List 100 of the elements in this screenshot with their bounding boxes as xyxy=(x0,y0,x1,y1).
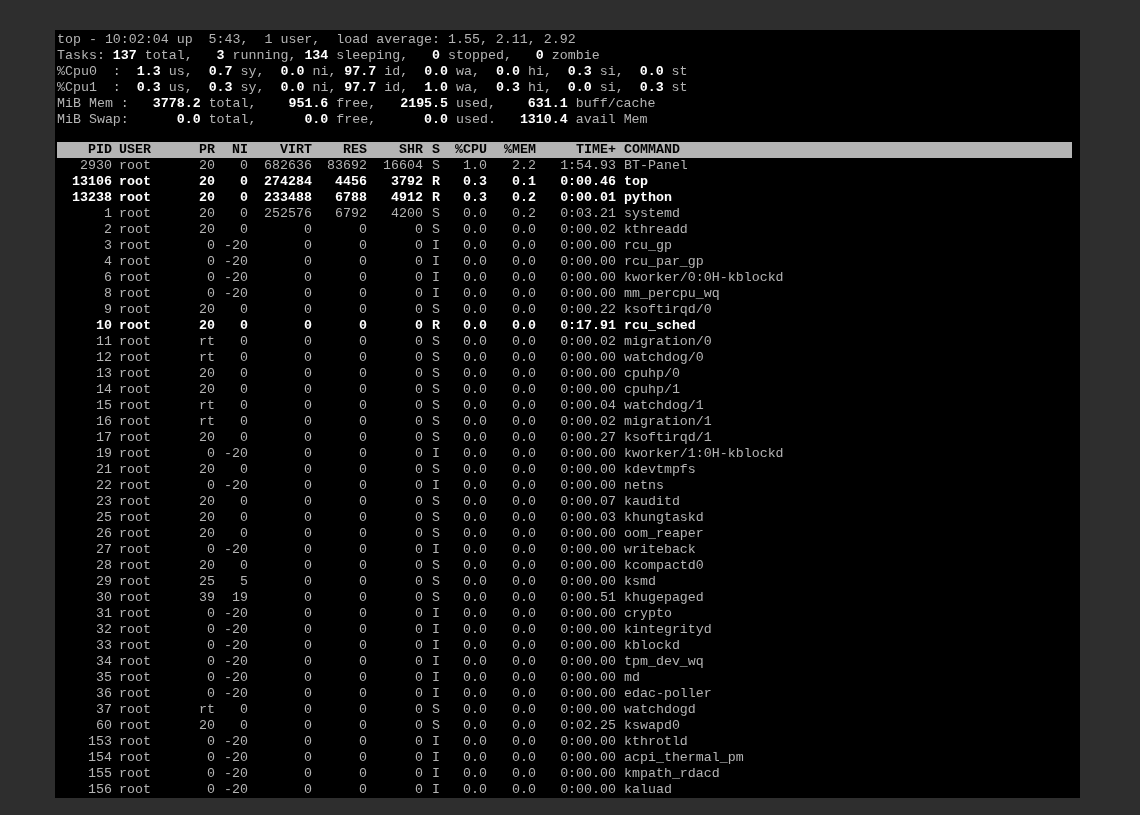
table-cell-text: 37 xyxy=(95,702,112,718)
table-cell-text: kdevtmpfs xyxy=(623,462,697,478)
table-cell-text: 274284 xyxy=(263,174,312,190)
table-cell-text: 0 xyxy=(303,366,312,382)
table-cell-text: root xyxy=(118,718,152,734)
table-cell-text: 0.3 xyxy=(462,174,487,190)
table-cell-text: kworker/0:0H-kblockd xyxy=(623,270,785,286)
table-cell-text: 0 xyxy=(239,334,248,350)
table-cell-text: 0 xyxy=(414,654,423,670)
table-cell-text: S xyxy=(431,574,440,590)
table-cell-text: -20 xyxy=(223,766,248,782)
table-cell-text: 0 xyxy=(206,270,215,286)
table-cell-text: kmpath_rdacd xyxy=(623,766,721,782)
table-cell-text: 0.0 xyxy=(462,302,487,318)
table-cell-text: 32 xyxy=(95,622,112,638)
table-cell-text: root xyxy=(118,222,152,238)
table-cell-text: root xyxy=(118,638,152,654)
table-cell-text: root xyxy=(118,302,152,318)
table-cell-text: 20 xyxy=(198,510,215,526)
table-cell-text: 0 xyxy=(414,398,423,414)
table-cell-text: 0.0 xyxy=(462,734,487,750)
table-cell-text: 0 xyxy=(414,606,423,622)
table-cell-text: 0.0 xyxy=(511,574,536,590)
summary-line: %Cpu1 : 0.3 us, 0.3 sy, 0.0 ni, 97.7 id, 1.0 wa, 0.3 hi, 0.0 si, 0.3 st xyxy=(57,80,688,96)
table-cell-text: I xyxy=(431,606,440,622)
table-cell-text: I xyxy=(431,750,440,766)
table-cell-text: root xyxy=(118,254,152,270)
table-cell-text: 23 xyxy=(95,494,112,510)
table-cell-text: 0 xyxy=(303,526,312,542)
table-cell-text: 2.2 xyxy=(511,158,536,174)
table-cell-text: 0.0 xyxy=(462,558,487,574)
table-cell-text: 0 xyxy=(358,446,367,462)
table-cell-text: S xyxy=(431,558,440,574)
table-cell-text: 20 xyxy=(198,366,215,382)
table-cell-text: rt xyxy=(198,334,215,350)
table-cell-text: 15 xyxy=(95,398,112,414)
table-cell-text: 0 xyxy=(206,446,215,462)
table-cell-text: 0.0 xyxy=(511,270,536,286)
table-cell-text: 0.0 xyxy=(462,414,487,430)
table-cell-text: 0.0 xyxy=(511,718,536,734)
table-cell-text: 0 xyxy=(206,606,215,622)
table-cell-text: 4200 xyxy=(390,206,423,222)
table-cell-text: root xyxy=(118,558,152,574)
table-cell-text: 0 xyxy=(303,734,312,750)
table-cell-text: 0 xyxy=(358,686,367,702)
table-cell-text: S xyxy=(431,398,440,414)
table-cell-text: 0 xyxy=(303,606,312,622)
table-cell-text: kthrotld xyxy=(623,734,689,750)
table-cell-text: 0 xyxy=(206,750,215,766)
column-header: RES xyxy=(342,142,367,158)
table-cell-text: 5 xyxy=(239,574,248,590)
table-cell-text: 31 xyxy=(95,606,112,622)
table-cell-text: 0 xyxy=(206,734,215,750)
table-cell-text: 0 xyxy=(303,398,312,414)
table-cell-text: 0 xyxy=(414,366,423,382)
table-cell-text: 0.0 xyxy=(511,558,536,574)
table-cell-text: 0.0 xyxy=(511,462,536,478)
table-cell-text: 0 xyxy=(414,718,423,734)
table-cell-text: 0.0 xyxy=(511,766,536,782)
table-cell-text: I xyxy=(431,446,440,462)
table-cell-text: -20 xyxy=(223,286,248,302)
table-cell-text: 3792 xyxy=(390,174,423,190)
table-cell-text: 0 xyxy=(358,238,367,254)
table-cell-text: 0 xyxy=(358,718,367,734)
table-cell-text: root xyxy=(118,206,152,222)
table-cell-text: 0 xyxy=(414,670,423,686)
table-cell-text: 0 xyxy=(303,654,312,670)
table-cell-text: 0.0 xyxy=(462,750,487,766)
table-cell-text: systemd xyxy=(623,206,681,222)
table-cell-text: -20 xyxy=(223,638,248,654)
table-cell-text: 4456 xyxy=(334,174,367,190)
table-cell-text: 36 xyxy=(95,686,112,702)
summary-line: MiB Mem : 3778.2 total, 951.6 free, 2195.5 used, 631.1 buff/cache xyxy=(57,96,656,112)
table-cell-text: 25 xyxy=(198,574,215,590)
table-cell-text: 33 xyxy=(95,638,112,654)
table-cell-text: top xyxy=(623,174,649,190)
column-header: %MEM xyxy=(503,142,536,158)
table-cell-text: S xyxy=(431,206,440,222)
table-cell-text: 155 xyxy=(87,766,112,782)
table-cell-text: 0 xyxy=(358,670,367,686)
table-cell-text: 0.0 xyxy=(462,398,487,414)
table-cell-text: 83692 xyxy=(326,158,367,174)
table-cell-text: 0.0 xyxy=(511,782,536,798)
table-cell-text: 0.0 xyxy=(462,494,487,510)
table-cell-text: 0 xyxy=(358,622,367,638)
table-cell-text: netns xyxy=(623,478,665,494)
table-cell-text: 0.0 xyxy=(462,334,487,350)
table-cell-text: 0 xyxy=(239,222,248,238)
table-cell-text: 0 xyxy=(239,558,248,574)
table-cell-text: 0 xyxy=(358,526,367,542)
table-cell-text: 2930 xyxy=(79,158,112,174)
table-cell-text: 0:00.46 xyxy=(559,174,616,190)
table-cell-text: 0.0 xyxy=(511,526,536,542)
column-header: TIME+ xyxy=(575,142,616,158)
table-cell-text: 0:00.27 xyxy=(559,430,616,446)
column-header: PR xyxy=(198,142,215,158)
summary-line: %Cpu0 : 1.3 us, 0.7 sy, 0.0 ni, 97.7 id, 0.0 wa, 0.0 hi, 0.3 si, 0.0 st xyxy=(57,64,688,80)
table-cell-text: I xyxy=(431,238,440,254)
table-cell-text: 0.0 xyxy=(511,478,536,494)
table-cell-text: 0.0 xyxy=(462,478,487,494)
